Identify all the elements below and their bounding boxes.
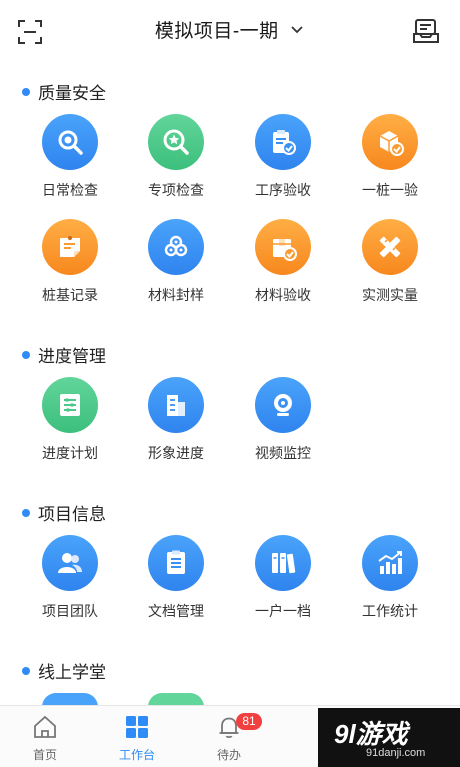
section-title: 项目信息 (38, 505, 106, 524)
watermark-url: 91danji.com (366, 747, 426, 759)
item-document-management[interactable]: 文档管理 (126, 535, 226, 630)
item-label: 形象进度 (148, 445, 204, 461)
item-label: 工作统计 (362, 603, 418, 619)
item-label: 桩基记录 (42, 287, 98, 303)
watermark-logo: 9l游戏 (334, 719, 408, 749)
item-label: 一户一档 (255, 603, 311, 619)
section-header: 项目信息 (0, 497, 460, 527)
binders-icon (255, 535, 311, 591)
box-check-icon (362, 114, 418, 170)
bullet-dot (22, 509, 30, 517)
document-icon (148, 535, 204, 591)
section-header: 进度管理 (0, 339, 460, 369)
item-process-acceptance[interactable]: 工序验收 (233, 114, 333, 209)
clipboard-check-icon (255, 114, 311, 170)
item-label: 材料验收 (255, 287, 311, 303)
item-label: 专项检查 (148, 182, 204, 198)
watermark: 9l游戏 91danji.com (318, 708, 460, 767)
samples-icon (148, 219, 204, 275)
chevron-down-icon (291, 25, 303, 33)
grid-icon (126, 716, 148, 738)
tab-home[interactable]: 首页 (0, 706, 90, 767)
item-project-team[interactable]: 项目团队 (20, 535, 120, 630)
item-label: 进度计划 (42, 445, 98, 461)
package-check-icon (255, 219, 311, 275)
item-label: 实测实量 (362, 287, 418, 303)
project-title: 模拟项目-一期 (154, 21, 279, 42)
note-icon (42, 219, 98, 275)
item-label: 项目团队 (42, 603, 98, 619)
building-icon (148, 377, 204, 433)
item-label: 日常检查 (42, 182, 98, 198)
item-label: 视频监控 (255, 445, 311, 461)
item-daily-inspection[interactable]: 日常检查 (20, 114, 120, 209)
home-icon (34, 715, 56, 738)
item-image-progress[interactable]: 形象进度 (126, 377, 226, 472)
section-title: 质量安全 (38, 84, 106, 103)
star-search-icon (148, 114, 204, 170)
section-header: 质量安全 (0, 76, 460, 106)
tab-label: 首页 (32, 748, 57, 762)
chart-icon (362, 535, 418, 591)
item-work-statistics[interactable]: 工作统计 (340, 535, 440, 630)
item-material-sealing[interactable]: 材料封样 (126, 219, 226, 314)
item-label: 工序验收 (255, 182, 311, 198)
plan-list-icon (42, 377, 98, 433)
tab-label: 工作台 (118, 748, 155, 762)
item-video-monitoring[interactable]: 视频监控 (233, 377, 333, 472)
search-icon (42, 114, 98, 170)
item-label: 材料封样 (148, 287, 204, 303)
tab-workbench[interactable]: 工作台 (92, 706, 182, 767)
item-material-acceptance[interactable]: 材料验收 (233, 219, 333, 314)
item-label: 一桩一验 (362, 182, 418, 198)
section-online-school: 线上学堂 (0, 655, 460, 707)
item-pile-record[interactable]: 桩基记录 (20, 219, 120, 314)
section-quality-safety: 质量安全 日常检查 专项检查 工序验收 一桩一验 桩基记录 材料封样 材料验收 … (0, 76, 460, 303)
top-bar: 模拟项目-一期 (0, 0, 460, 62)
section-header: 线上学堂 (0, 655, 460, 685)
item-pile-inspection[interactable]: 一桩一验 (340, 114, 440, 209)
ruler-pencil-icon (362, 219, 418, 275)
section-title: 进度管理 (38, 347, 106, 366)
section-project-info: 项目信息 项目团队 文档管理 一户一档 工作统计 (0, 497, 460, 619)
item-household-archive[interactable]: 一户一档 (233, 535, 333, 630)
camera-icon (255, 377, 311, 433)
bullet-dot (22, 88, 30, 96)
tab-label: 待办 (216, 748, 241, 762)
bullet-dot (22, 351, 30, 359)
item-special-inspection[interactable]: 专项检查 (126, 114, 226, 209)
message-icon[interactable] (412, 17, 440, 45)
item-progress-plan[interactable]: 进度计划 (20, 377, 120, 472)
team-icon (42, 535, 98, 591)
section-title: 线上学堂 (38, 663, 106, 682)
project-selector[interactable]: 模拟项目-一期 (0, 16, 460, 46)
item-actual-measurement[interactable]: 实测实量 (340, 219, 440, 314)
todo-count-badge: 81 (236, 713, 262, 730)
tab-todo[interactable]: 81 待办 (184, 706, 274, 767)
section-progress-management: 进度管理 进度计划 形象进度 视频监控 (0, 339, 460, 461)
item-label: 文档管理 (148, 603, 204, 619)
bullet-dot (22, 667, 30, 675)
